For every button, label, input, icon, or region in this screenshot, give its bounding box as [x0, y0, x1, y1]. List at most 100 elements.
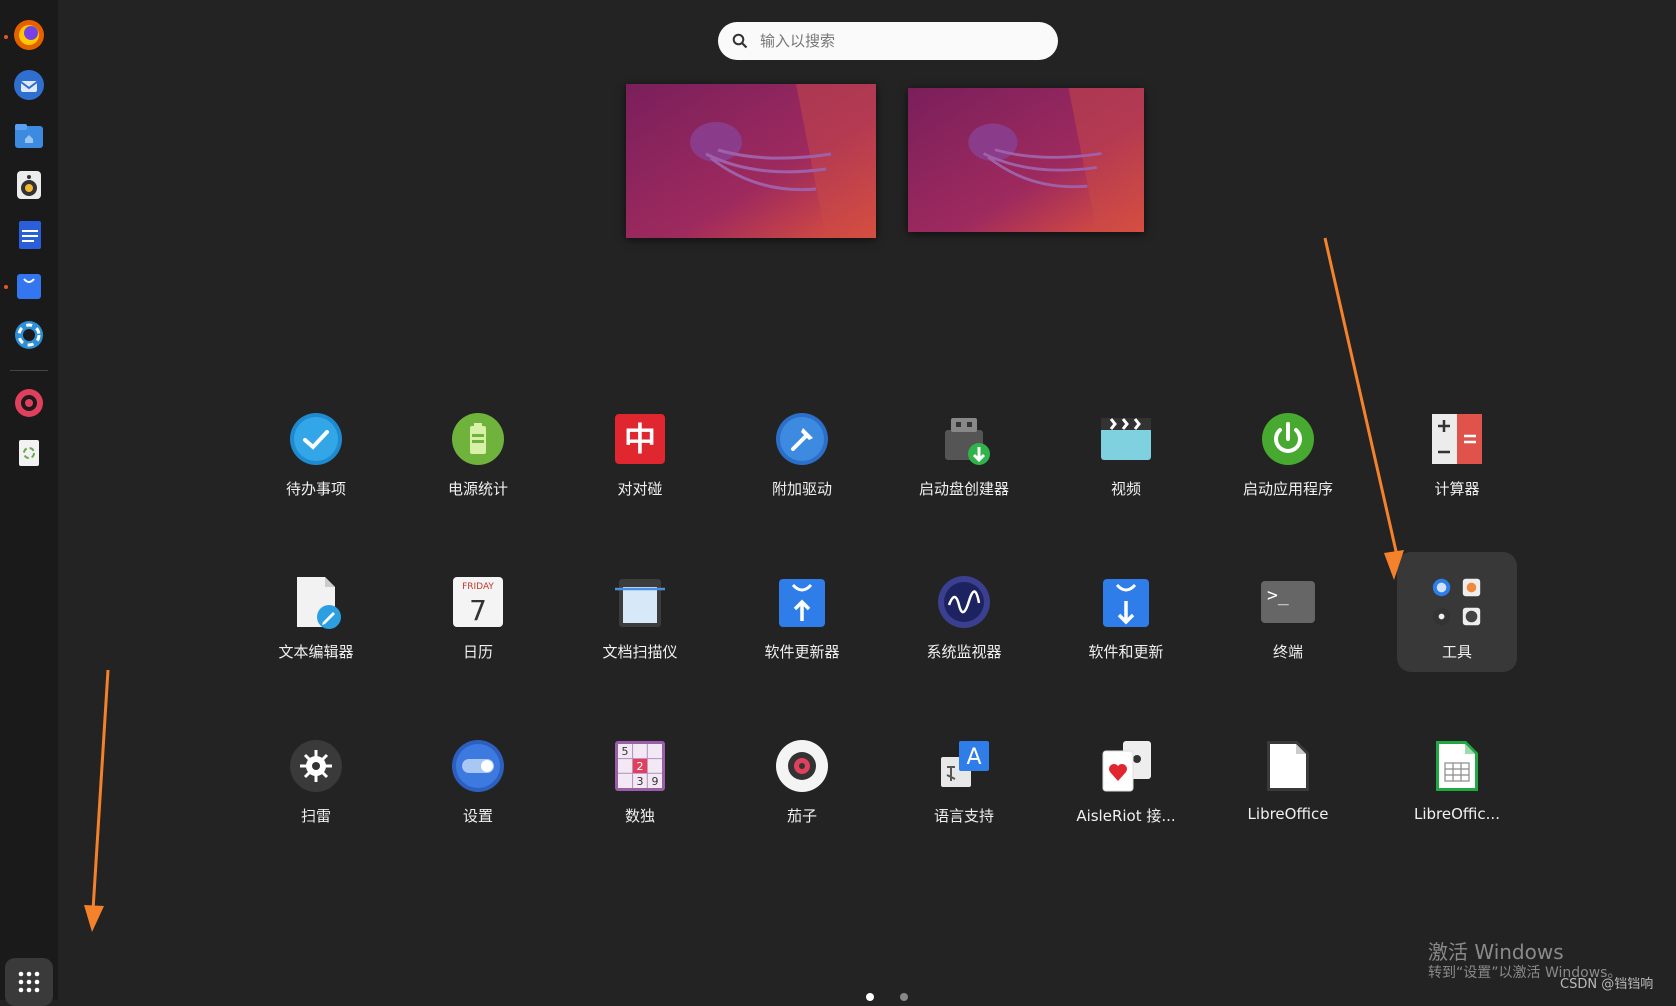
calendar-icon: FRIDAY 7: [453, 577, 503, 627]
calculator-icon: [1432, 414, 1482, 464]
app-language-support[interactable]: A 语言支持: [889, 727, 1039, 843]
toggle-icon: [452, 740, 504, 792]
mahjong-icon: 中: [615, 414, 665, 464]
app-label: 茄子: [786, 807, 817, 825]
app-label: 数独: [624, 807, 655, 825]
app-terminal[interactable]: >_ 终端: [1213, 563, 1363, 679]
app-glyph: 中: [624, 420, 656, 458]
sudoku-digit: 2: [637, 760, 644, 773]
search-input[interactable]: [758, 31, 1032, 51]
dock-cheese[interactable]: [6, 380, 52, 426]
app-mines[interactable]: 扫雷: [241, 727, 391, 843]
dock-trash[interactable]: [6, 430, 52, 476]
dock-software[interactable]: [6, 262, 52, 308]
folder-contents-icon: [1432, 578, 1481, 626]
folder-icon: [15, 124, 43, 148]
app-label: 附加驱动: [771, 480, 832, 498]
camera-icon: [15, 389, 43, 417]
wallpaper-jellyfish: [908, 88, 1144, 232]
dock-separator: [10, 370, 48, 371]
power-icon: [1262, 413, 1314, 465]
dock-firefox[interactable]: [6, 12, 52, 58]
search-bar[interactable]: [718, 22, 1058, 60]
app-software-and-updates[interactable]: 软件和更新: [1051, 563, 1201, 679]
app-settings[interactable]: 设置: [403, 727, 553, 843]
app-label: 软件和更新: [1088, 643, 1164, 661]
app-label: 启动盘创建器: [918, 480, 1009, 498]
dock-thunderbird[interactable]: [6, 62, 52, 108]
sudoku-digit: 5: [622, 745, 629, 758]
firefox-icon: [14, 20, 44, 50]
dock: [0, 0, 58, 1006]
app-power-statistics[interactable]: 电源统计: [403, 400, 553, 516]
clapperboard-icon: [1101, 418, 1151, 460]
app-label: 软件更新器: [764, 643, 840, 661]
app-calculator[interactable]: 计算器: [1382, 400, 1532, 516]
app-calendar[interactable]: FRIDAY 7 日历: [403, 563, 553, 679]
download-icon: [1103, 579, 1149, 627]
arrowhead-show-apps: [84, 905, 104, 932]
calendar-day-number: 7: [469, 594, 487, 627]
app-aisleriot[interactable]: AisleRiot 接...: [1051, 727, 1201, 843]
trash-icon: [19, 440, 39, 466]
search-icon: [732, 33, 748, 49]
mine-icon: [290, 740, 342, 792]
webcam-icon: [776, 740, 828, 792]
app-additional-drivers[interactable]: 附加驱动: [727, 400, 877, 516]
app-label: 视频: [1110, 480, 1141, 498]
scanner-icon: [615, 579, 665, 627]
app-videos[interactable]: 视频: [1051, 400, 1201, 516]
workspace-thumbnail-1[interactable]: [626, 84, 876, 238]
app-startup-disk-creator[interactable]: 启动盘创建器: [889, 400, 1039, 516]
app-startup-applications[interactable]: 启动应用程序: [1213, 400, 1363, 516]
grid-icon: [18, 971, 40, 993]
app-label: 启动应用程序: [1242, 480, 1333, 498]
app-label: LibreOffice: [1247, 805, 1329, 823]
spreadsheet-icon: [1436, 741, 1478, 791]
lifebuoy-icon: [15, 321, 43, 349]
dock-rhythmbox[interactable]: [6, 162, 52, 208]
app-label: 设置: [462, 807, 493, 825]
document-icon: [19, 221, 41, 249]
thunderbird-icon: [14, 70, 44, 100]
calendar-day-name: FRIDAY: [462, 582, 494, 592]
app-label: 文档扫描仪: [602, 643, 678, 661]
app-label: LibreOffic...: [1414, 805, 1500, 823]
wrench-icon: [776, 413, 828, 465]
show-apps-button[interactable]: [5, 958, 53, 1006]
checkmark-icon: [290, 413, 342, 465]
app-libreoffice[interactable]: LibreOffice: [1213, 727, 1363, 843]
app-label: 文本编辑器: [278, 643, 354, 661]
app-label: 工具: [1441, 643, 1472, 661]
workspace-thumbnail-2[interactable]: [908, 88, 1144, 232]
libreoffice-icon: [1267, 741, 1309, 791]
app-software-updater[interactable]: 软件更新器: [727, 563, 877, 679]
app-label: 日历: [462, 643, 493, 661]
speaker-icon: [17, 171, 41, 199]
terminal-icon: >_: [1261, 581, 1315, 623]
dock-files[interactable]: [6, 112, 52, 158]
shopping-bag-icon: [17, 274, 41, 299]
dock-writer[interactable]: [6, 212, 52, 258]
monitor-icon: [938, 576, 990, 628]
app-label: 扫雷: [300, 807, 331, 825]
folder-tools[interactable]: 工具: [1382, 563, 1532, 679]
app-todo[interactable]: 待办事项: [241, 400, 391, 516]
sudoku-digit: 9: [652, 775, 659, 788]
playing-cards-icon: [1102, 741, 1151, 792]
activation-watermark-title: 激活 Windows: [1428, 940, 1564, 964]
sudoku-digit: 3: [637, 775, 644, 788]
arrow-to-show-apps: [91, 669, 110, 911]
app-libreoffice-calc[interactable]: LibreOffic...: [1382, 727, 1532, 843]
app-label: 计算器: [1434, 480, 1480, 498]
app-sudoku[interactable]: 52 39 数独: [565, 727, 715, 843]
app-label: 对对碰: [617, 480, 663, 498]
app-cheese[interactable]: 茄子: [727, 727, 877, 843]
app-color-lines[interactable]: 中 对对碰: [565, 400, 715, 516]
dock-help[interactable]: [6, 312, 52, 358]
app-document-scanner[interactable]: 文档扫描仪: [565, 563, 715, 679]
app-text-editor[interactable]: 文本编辑器: [241, 563, 391, 679]
battery-icon: [452, 413, 504, 465]
app-system-monitor[interactable]: 系统监视器: [889, 563, 1039, 679]
app-label: 电源统计: [447, 480, 508, 498]
